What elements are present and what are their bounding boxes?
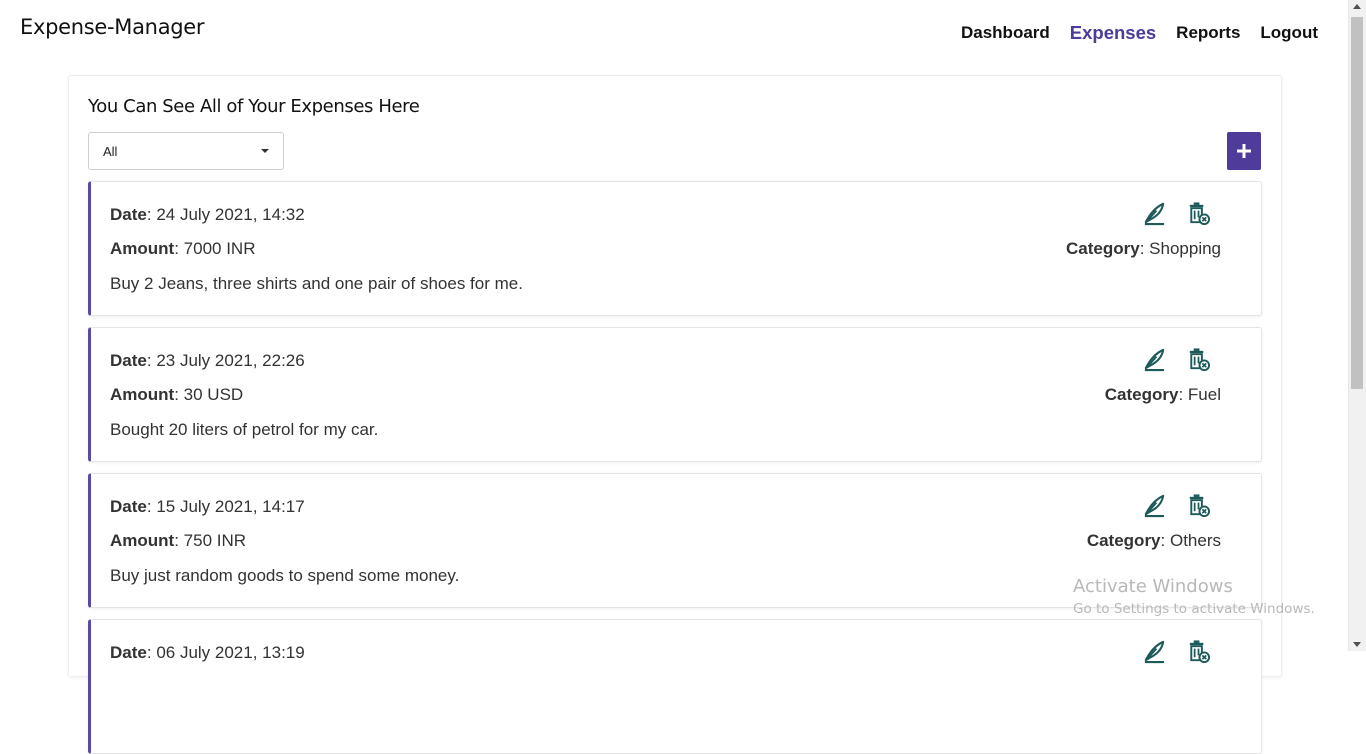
add-expense-button[interactable] xyxy=(1227,132,1261,170)
date-value: 15 July 2021, 14:17 xyxy=(156,497,305,516)
edit-icon[interactable] xyxy=(1142,639,1167,664)
amount-label: Amount xyxy=(110,239,175,258)
amount-label: Amount xyxy=(110,531,175,550)
expense-date: Date: 24 July 2021, 14:32 xyxy=(110,205,305,224)
expense-category: Category: Fuel xyxy=(1104,385,1221,404)
plus-icon xyxy=(1237,144,1251,158)
expense-date: Date: 06 July 2021, 13:19 xyxy=(110,643,305,662)
date-value: 24 July 2021, 14:32 xyxy=(156,205,305,224)
caret-down-icon xyxy=(261,149,269,153)
delete-icon[interactable] xyxy=(1186,639,1211,664)
category-label: Category xyxy=(1086,531,1161,550)
expense-amount: Amount: 750 INR xyxy=(110,531,247,550)
expenses-panel: You Can See All of Your Expenses Here Al… xyxy=(68,75,1282,754)
expense-amount: Amount: 7000 INR xyxy=(110,239,256,258)
card-actions xyxy=(1142,347,1211,372)
nav-logout[interactable]: Logout xyxy=(1260,23,1318,44)
expense-date: Date: 23 July 2021, 22:26 xyxy=(110,351,305,370)
amount-value: 7000 INR xyxy=(183,239,256,258)
vertical-scrollbar[interactable] xyxy=(1348,0,1366,651)
nav-dashboard[interactable]: Dashboard xyxy=(961,23,1050,44)
expense-amount: Amount: 30 USD xyxy=(110,385,244,404)
card-actions xyxy=(1142,493,1211,518)
scroll-thumb[interactable] xyxy=(1351,17,1363,389)
date-value: 06 July 2021, 13:19 xyxy=(156,643,305,662)
expense-category: Category: Others xyxy=(1086,531,1221,550)
nav-reports[interactable]: Reports xyxy=(1176,23,1240,44)
expense-date: Date: 15 July 2021, 14:17 xyxy=(110,497,305,516)
card-actions xyxy=(1142,639,1211,664)
page-title: You Can See All of Your Expenses Here xyxy=(88,96,420,117)
delete-icon[interactable] xyxy=(1186,201,1211,226)
edit-icon[interactable] xyxy=(1142,493,1167,518)
edit-icon[interactable] xyxy=(1142,201,1167,226)
date-label: Date xyxy=(110,205,147,224)
edit-icon[interactable] xyxy=(1142,347,1167,372)
category-value: Shopping xyxy=(1149,239,1221,258)
category-value: Fuel xyxy=(1187,385,1221,404)
amount-value: 30 USD xyxy=(183,385,244,404)
amount-label: Amount xyxy=(110,385,175,404)
date-label: Date xyxy=(110,351,147,370)
date-value: 23 July 2021, 22:26 xyxy=(156,351,305,370)
nav-expenses[interactable]: Expenses xyxy=(1070,22,1156,44)
top-navbar: Expense-Manager Dashboard Expenses Repor… xyxy=(0,0,1349,66)
date-label: Date xyxy=(110,497,147,516)
expense-card: Date: 24 July 2021, 14:32 Amount: 7000 IN… xyxy=(88,181,1262,316)
filter-selected-value: All xyxy=(103,144,118,159)
category-filter-select[interactable]: All xyxy=(88,132,284,170)
expense-description: Buy just random goods to spend some mone… xyxy=(110,566,460,585)
category-label: Category xyxy=(1104,385,1179,404)
category-label: Category xyxy=(1066,239,1140,258)
category-value: Others xyxy=(1169,531,1221,550)
expense-description: Bought 20 liters of petrol for my car. xyxy=(110,420,379,439)
amount-value: 750 INR xyxy=(183,531,247,550)
nav-links: Dashboard Expenses Reports Logout xyxy=(961,22,1318,44)
expense-description: Buy 2 Jeans, three shirts and one pair o… xyxy=(110,274,523,293)
delete-icon[interactable] xyxy=(1186,493,1211,518)
expense-card: Date: 15 July 2021, 14:17 Amount: 750 INR… xyxy=(88,473,1262,608)
expense-card: Date: 06 July 2021, 13:19 xyxy=(88,619,1262,754)
delete-icon[interactable] xyxy=(1186,347,1211,372)
date-label: Date xyxy=(110,643,147,662)
brand-logo[interactable]: Expense-Manager xyxy=(20,15,205,39)
expense-category: Category: Shopping xyxy=(1066,239,1221,258)
scroll-up-arrow-icon[interactable] xyxy=(1353,4,1361,9)
expense-card: Date: 23 July 2021, 22:26 Amount: 30 USD C… xyxy=(88,327,1262,462)
scroll-down-arrow-icon[interactable] xyxy=(1353,642,1361,647)
card-actions xyxy=(1142,201,1211,226)
